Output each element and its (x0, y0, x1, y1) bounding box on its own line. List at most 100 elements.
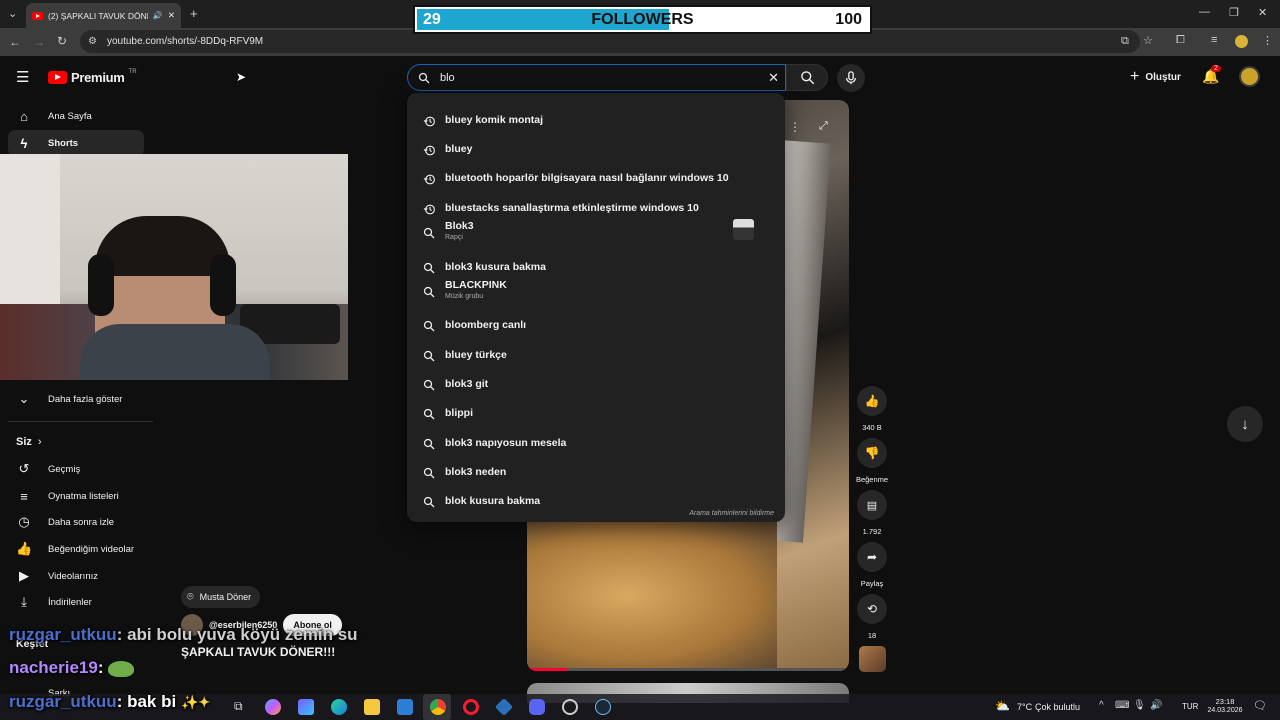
back-icon[interactable]: ← (9, 35, 21, 49)
sidebar-item-home[interactable]: ⌂ Ana Sayfa (8, 103, 144, 129)
search-value[interactable]: blo (440, 72, 455, 84)
voice-search-button[interactable] (837, 64, 865, 92)
youtube-logo[interactable]: Premium TR (48, 69, 137, 85)
notification-center-icon[interactable]: 🗨 (1253, 699, 1267, 712)
restore-icon[interactable]: ❐ (1229, 6, 1239, 19)
location-label: Musta Döner (199, 592, 252, 602)
copilot-icon[interactable] (265, 699, 281, 715)
more-options-icon[interactable]: ⋮ (789, 120, 801, 134)
dislike-button[interactable]: 👎 (857, 438, 887, 468)
weather-temp[interactable]: 7°C (1017, 702, 1032, 712)
suggestion-item[interactable]: blok3 neden (407, 464, 785, 482)
suggestion-item[interactable]: blok3 git (407, 376, 785, 394)
sidebar-item-watch-later[interactable]: ◷ Daha sonra izle (8, 509, 144, 535)
location-chip[interactable]: ⌾ Musta Döner (181, 586, 261, 608)
account-avatar[interactable] (1239, 66, 1260, 87)
network-icon[interactable]: ⌨ (1115, 700, 1129, 711)
clock-date[interactable]: 24.03.2026 (1203, 707, 1247, 714)
hamburger-menu-icon[interactable]: ☰ (16, 68, 29, 86)
suggestion-text: blok3 kusura bakma (445, 261, 546, 273)
search-input[interactable]: blo ✕ (407, 64, 786, 91)
youtube-play-icon (48, 71, 67, 84)
tab-search-icon[interactable]: ⌄ (8, 7, 17, 20)
notifications-button[interactable]: 🔔 2 (1202, 65, 1221, 86)
install-app-icon[interactable]: ⧉ (1121, 35, 1129, 48)
clear-search-icon[interactable]: ✕ (768, 70, 779, 86)
share-button[interactable]: ➦ (857, 542, 887, 572)
sidebar-item-your-videos[interactable]: ▶ Videolarınız (8, 563, 144, 589)
site-info-icon[interactable]: ⚙ (88, 36, 97, 47)
obs-icon[interactable] (562, 699, 578, 715)
steam-icon[interactable] (595, 699, 611, 715)
language-indicator[interactable]: TUR (1182, 702, 1198, 711)
create-button[interactable]: + Oluştur (1130, 68, 1181, 86)
office-icon[interactable] (298, 699, 314, 715)
sidebar-item-playlists[interactable]: ≡ Oynatma listeleri (8, 483, 144, 509)
close-window-icon[interactable]: ✕ (1258, 6, 1267, 19)
reload-icon[interactable]: ↻ (57, 34, 67, 48)
suggestion-item[interactable]: Blok3 Rapçi (407, 219, 785, 242)
tray-chevron-up-icon[interactable]: ^ (1099, 700, 1104, 711)
extensions-icon[interactable]: ⧠ (1176, 34, 1185, 47)
remix-action[interactable]: ⟲ 18 (857, 594, 887, 640)
suggestion-item[interactable]: blok3 kusura bakma (407, 259, 785, 277)
weather-text[interactable]: Çok bulutlu (1035, 702, 1080, 712)
next-short-button[interactable]: ↓ (1227, 406, 1263, 442)
sidebar-item-history[interactable]: ↺ Geçmiş (8, 456, 144, 482)
fullscreen-icon[interactable]: ⤢ (819, 120, 828, 133)
suggestion-item[interactable]: bluetooth hoparlör bilgisayara nasıl bağ… (407, 170, 785, 188)
suggestion-item[interactable]: blippi (407, 405, 785, 423)
minimize-icon[interactable]: — (1199, 6, 1210, 18)
report-predictions-link[interactable]: Arama tahminlerini bildirme (689, 510, 774, 517)
mail-icon[interactable] (397, 699, 413, 715)
suggestion-item[interactable]: bluestacks sanallaştırma etkinleştirme w… (407, 200, 785, 218)
close-tab-icon[interactable]: ✕ (168, 10, 175, 21)
suggestion-item[interactable]: bloomberg canlı (407, 317, 785, 335)
sidebar-item-label: Ana Sayfa (48, 110, 92, 122)
dislike-action[interactable]: 👎 Beğenme (856, 438, 888, 484)
new-tab-icon[interactable]: + (190, 6, 198, 21)
browser-menu-icon[interactable]: ⋮ (1262, 34, 1273, 47)
sound-thumbnail[interactable] (859, 646, 886, 672)
browser-tab[interactable]: (2) ŞAPKALI TAVUK DÖNER!!! 🔊 ✕ (26, 3, 181, 28)
profile-avatar-icon[interactable] (1235, 35, 1248, 48)
comments-action[interactable]: ▤ 1.792 (857, 490, 887, 536)
chrome-icon[interactable] (430, 699, 446, 715)
show-more-button[interactable]: ⌄ Daha fazla göster (8, 386, 144, 412)
suggestion-item[interactable]: BLACKPINK Müzik grubu (407, 279, 785, 301)
clock-icon: ◷ (18, 514, 30, 529)
video-progress-bar[interactable] (527, 668, 567, 671)
edge-icon[interactable] (331, 699, 347, 715)
comments-button[interactable]: ▤ (857, 490, 887, 520)
like-button[interactable]: 👍 (857, 386, 887, 416)
sidebar-item-downloads[interactable]: ⤓ İndirilenler (8, 589, 144, 615)
notification-count-badge: 2 (1211, 65, 1221, 72)
suggestion-item[interactable]: blok3 napıyosun mesela (407, 435, 785, 453)
app-icon[interactable] (494, 697, 514, 717)
remix-button[interactable]: ⟲ (857, 594, 887, 624)
reading-list-icon[interactable]: ≡ (1211, 34, 1217, 46)
speaker-tray-icon[interactable]: 🔊 (1150, 700, 1162, 711)
suggestion-item[interactable]: blok kusura bakma (407, 493, 785, 511)
speaker-icon[interactable]: 🔊 (153, 11, 163, 20)
task-view-icon[interactable]: ⧉ (234, 699, 243, 714)
suggestion-item[interactable]: bluey türkçe (407, 347, 785, 365)
you-section-heading[interactable]: Siz › (16, 436, 42, 448)
discord-icon[interactable] (529, 699, 545, 715)
suggestion-item[interactable]: bluey komik montaj (407, 112, 785, 130)
sidebar-item-shorts[interactable]: ϟ Shorts (8, 130, 144, 156)
url-text[interactable]: youtube.com/shorts/-8DDq-RFV9M (107, 36, 263, 47)
forward-icon[interactable]: → (33, 35, 45, 49)
opera-gx-icon[interactable] (463, 699, 479, 715)
sidebar-item-liked-videos[interactable]: 👍 Beğendiğim videolar (8, 536, 144, 562)
bookmark-star-icon[interactable]: ☆ (1143, 34, 1153, 47)
like-action[interactable]: 👍 340 B (857, 386, 887, 432)
clock-time[interactable]: 23:18 (1205, 697, 1245, 706)
file-explorer-icon[interactable] (364, 699, 380, 715)
mic-tray-icon[interactable]: 🎙 (1133, 700, 1146, 711)
share-action[interactable]: ➦ Paylaş (857, 542, 887, 588)
search-icon (418, 72, 430, 83)
suggestion-text: blok kusura bakma (445, 495, 541, 507)
suggestion-item[interactable]: bluey (407, 141, 785, 159)
search-button[interactable] (786, 64, 828, 91)
